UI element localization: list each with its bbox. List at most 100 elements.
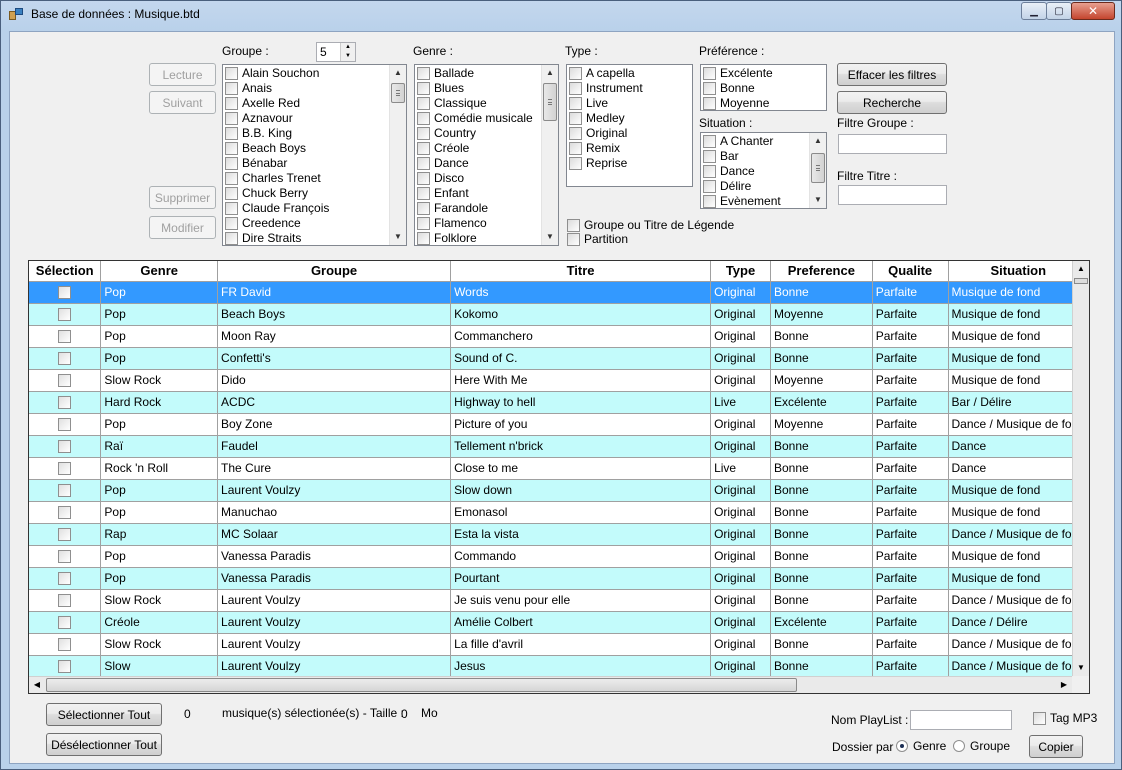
row-checkbox[interactable] xyxy=(58,616,72,630)
table-cell[interactable]: Sound of C. xyxy=(450,347,712,370)
table-cell[interactable]: Dance / Musique de fond xyxy=(948,655,1089,678)
scroll-thumb[interactable] xyxy=(543,83,557,121)
table-cell[interactable]: Slow Rock xyxy=(100,633,219,656)
checkbox-box[interactable] xyxy=(417,187,430,200)
table-cell[interactable]: Original xyxy=(710,523,771,546)
genre-item[interactable]: Country xyxy=(417,126,540,141)
table-cell[interactable]: Pop xyxy=(100,545,219,568)
deselect-all-button[interactable]: Désélectionner Tout xyxy=(46,733,162,756)
table-row[interactable]: Créole Laurent Voulzy Amélie Colbert Origin… xyxy=(29,611,1089,634)
table-cell[interactable]: Commando xyxy=(450,545,712,568)
table-cell[interactable]: Vanessa Paradis xyxy=(217,545,452,568)
situation-item[interactable]: A Chanter xyxy=(703,134,808,149)
situation-item[interactable]: Délire xyxy=(703,179,808,194)
scroll-thumb[interactable] xyxy=(46,678,797,692)
table-cell[interactable]: Amélie Colbert xyxy=(450,611,712,634)
table-cell[interactable]: Slow Rock xyxy=(100,589,219,612)
table-cell[interactable]: The Cure xyxy=(217,457,452,480)
groupe-spinner[interactable]: 5 ▲ ▼ xyxy=(316,42,356,62)
checkbox-box[interactable] xyxy=(569,112,582,125)
genre-item[interactable]: Classique xyxy=(417,96,540,111)
table-cell[interactable]: Original xyxy=(710,303,771,326)
table-cell[interactable]: Parfaite xyxy=(872,655,949,678)
table-cell[interactable]: Esta la vista xyxy=(450,523,712,546)
checkbox-box[interactable] xyxy=(703,150,716,163)
row-checkbox[interactable] xyxy=(58,484,72,498)
table-cell[interactable]: Bonne xyxy=(770,281,873,304)
groupe-item[interactable]: Anais xyxy=(225,81,388,96)
scroll-down-icon[interactable]: ▼ xyxy=(1073,660,1089,676)
table-cell[interactable]: Words xyxy=(450,281,712,304)
selection-cell[interactable] xyxy=(29,567,102,590)
scroll-thumb[interactable] xyxy=(391,83,405,103)
selection-cell[interactable] xyxy=(29,523,102,546)
table-cell[interactable]: Original xyxy=(710,633,771,656)
table-cell[interactable]: Parfaite xyxy=(872,435,949,458)
scroll-down-icon[interactable]: ▼ xyxy=(810,192,826,208)
table-cell[interactable]: Dido xyxy=(217,369,452,392)
checkbox-box[interactable] xyxy=(225,67,238,80)
table-cell[interactable]: Tellement n'brick xyxy=(450,435,712,458)
checkbox-box[interactable] xyxy=(567,232,580,246)
table-cell[interactable]: Musique de fond xyxy=(948,479,1089,502)
situation-scrollbar[interactable]: ▲ ▼ xyxy=(809,133,826,208)
checkbox-box[interactable] xyxy=(225,202,238,215)
checkbox-box[interactable] xyxy=(703,180,716,193)
table-cell[interactable]: Parfaite xyxy=(872,391,949,414)
table-row[interactable]: Pop Confetti's Sound of C. Original Bonne Par… xyxy=(29,347,1089,370)
column-header[interactable]: Titre xyxy=(450,261,712,282)
row-checkbox[interactable] xyxy=(58,572,72,586)
radio-groupe[interactable]: Groupe xyxy=(953,739,1010,753)
checkbox-box[interactable] xyxy=(417,67,430,80)
genre-item[interactable]: Farandole xyxy=(417,201,540,216)
checkbox-box[interactable] xyxy=(225,82,238,95)
table-cell[interactable]: Musique de fond xyxy=(948,369,1089,392)
table-cell[interactable]: Bonne xyxy=(770,567,873,590)
groupe-listbox[interactable]: Alain Souchon Anais Axelle Red Aznavour B.B.… xyxy=(222,64,407,246)
genre-item[interactable]: Disco xyxy=(417,171,540,186)
table-cell[interactable]: Emonasol xyxy=(450,501,712,524)
checkbox-box[interactable] xyxy=(703,67,716,80)
selection-cell[interactable] xyxy=(29,413,102,436)
genre-item[interactable]: Ballade xyxy=(417,66,540,81)
checkbox-box[interactable] xyxy=(417,142,430,155)
checkbox-box[interactable] xyxy=(225,142,238,155)
selection-cell[interactable] xyxy=(29,325,102,348)
table-cell[interactable]: ACDC xyxy=(217,391,452,414)
scroll-down-icon[interactable]: ▼ xyxy=(390,229,406,245)
row-checkbox[interactable] xyxy=(58,660,72,674)
row-checkbox[interactable] xyxy=(58,506,72,520)
checkbox-box[interactable] xyxy=(703,97,716,110)
radio-groupe-dot[interactable] xyxy=(953,740,965,752)
table-cell[interactable]: Kokomo xyxy=(450,303,712,326)
table-cell[interactable]: Live xyxy=(710,457,771,480)
groupe-item[interactable]: Aznavour xyxy=(225,111,388,126)
checkbox-box[interactable] xyxy=(225,172,238,185)
grid-vscrollbar[interactable]: ▲ ▼ xyxy=(1072,261,1089,676)
checkbox-box[interactable] xyxy=(417,157,430,170)
table-cell[interactable]: Slow down xyxy=(450,479,712,502)
table-cell[interactable]: Bonne xyxy=(770,633,873,656)
table-row[interactable]: Slow Rock Laurent Voulzy Je suis venu pour… xyxy=(29,589,1089,612)
table-cell[interactable]: Bonne xyxy=(770,655,873,678)
selection-cell[interactable] xyxy=(29,479,102,502)
checkbox-box[interactable] xyxy=(225,112,238,125)
checkbox-box[interactable] xyxy=(417,217,430,230)
table-cell[interactable]: Dance / Musique de fond xyxy=(948,523,1089,546)
table-cell[interactable]: Slow xyxy=(100,655,219,678)
table-cell[interactable]: Excélente xyxy=(770,611,873,634)
music-grid[interactable]: Sélection Genre Groupe Titre Type Preference Q… xyxy=(28,260,1090,694)
checkbox-box[interactable] xyxy=(225,187,238,200)
row-checkbox[interactable] xyxy=(58,638,72,652)
scroll-up-icon[interactable]: ▲ xyxy=(542,65,558,81)
table-cell[interactable]: Hard Rock xyxy=(100,391,219,414)
table-cell[interactable]: Slow Rock xyxy=(100,369,219,392)
selection-cell[interactable] xyxy=(29,281,102,304)
groupe-item[interactable]: Chuck Berry xyxy=(225,186,388,201)
column-header[interactable]: Situation xyxy=(948,261,1089,282)
table-cell[interactable]: Original xyxy=(710,479,771,502)
checkbox-box[interactable] xyxy=(569,67,582,80)
checkbox-box[interactable] xyxy=(703,135,716,148)
table-cell[interactable]: Parfaite xyxy=(872,501,949,524)
groupe-item[interactable]: Bénabar xyxy=(225,156,388,171)
